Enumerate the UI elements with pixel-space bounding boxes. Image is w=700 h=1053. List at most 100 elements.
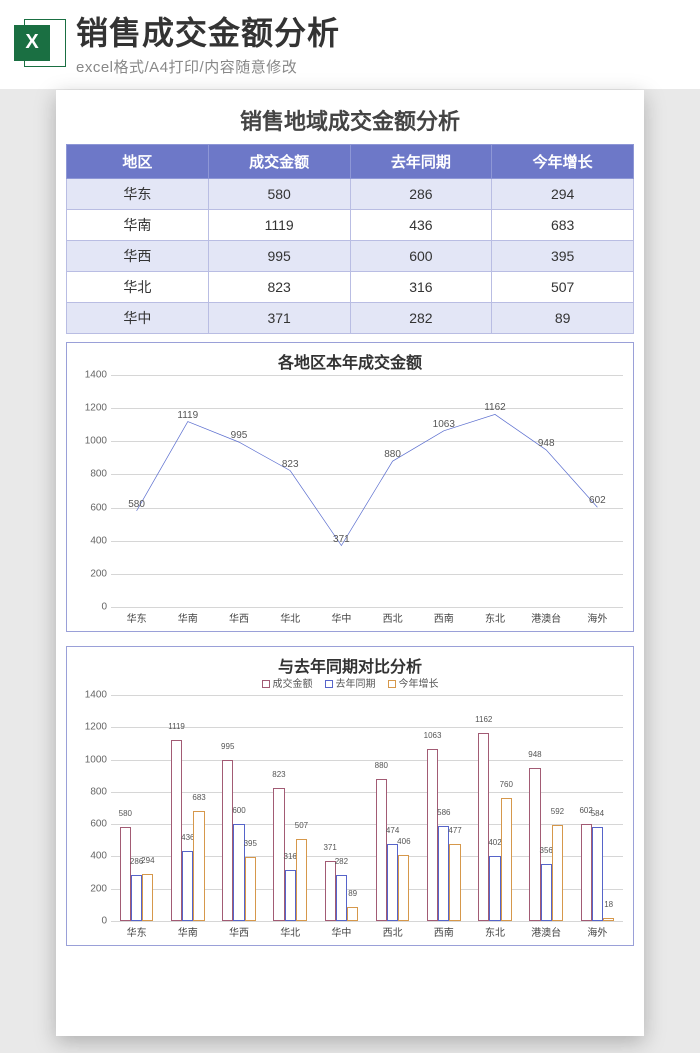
x-tick: 东北 (485, 610, 505, 625)
bar (376, 779, 387, 921)
data-label: 1162 (484, 402, 506, 413)
bar (592, 827, 603, 921)
bar (171, 740, 182, 921)
x-tick: 西南 (434, 924, 454, 939)
table-cell: 316 (350, 272, 492, 303)
bar (478, 733, 489, 921)
bar (182, 851, 193, 921)
header-title: 销售成交金额分析 (76, 8, 686, 54)
y-tick: 1400 (85, 690, 107, 701)
y-tick: 200 (90, 568, 107, 579)
x-tick: 华南 (178, 610, 198, 625)
table-cell: 282 (350, 303, 492, 334)
col-region: 地区 (67, 145, 209, 179)
bar (142, 874, 153, 921)
x-tick: 华西 (229, 924, 249, 939)
data-label: 823 (282, 459, 299, 470)
table-cell: 507 (492, 272, 634, 303)
table-row: 华西995600395 (67, 241, 634, 272)
legend-growth: 今年增长 (399, 679, 439, 690)
bar-label: 1063 (424, 731, 442, 740)
y-tick: 1000 (85, 436, 107, 447)
line-chart-title: 各地区本年成交金额 (67, 343, 633, 379)
bar-label: 823 (272, 770, 285, 779)
bar (285, 870, 296, 921)
x-tick: 华西 (229, 610, 249, 625)
bar-label: 406 (397, 837, 410, 846)
table-cell: 286 (350, 179, 492, 210)
bar (581, 824, 592, 921)
table-cell: 华北 (67, 272, 209, 303)
x-tick: 西北 (383, 610, 403, 625)
y-tick: 600 (90, 819, 107, 830)
data-label: 880 (384, 449, 401, 460)
x-tick: 华北 (280, 924, 300, 939)
header-subtitle: excel格式/A4打印/内容随意修改 (76, 56, 686, 77)
bar-label: 592 (551, 807, 564, 816)
bar (336, 875, 347, 921)
x-tick: 西南 (434, 610, 454, 625)
data-label: 602 (589, 495, 606, 506)
bar-label: 507 (295, 821, 308, 830)
bar (529, 768, 540, 921)
bar-label: 395 (244, 839, 257, 848)
table-cell: 华南 (67, 210, 209, 241)
x-tick: 华东 (127, 610, 147, 625)
x-tick: 华北 (280, 610, 300, 625)
excel-icon-letter: X (14, 25, 50, 61)
table-row: 华中37128289 (67, 303, 634, 334)
data-table: 地区 成交金额 去年同期 今年增长 华东580286294华南111943668… (66, 144, 634, 334)
col-growth: 今年增长 (492, 145, 634, 179)
x-tick: 海外 (587, 610, 607, 625)
bar (541, 864, 552, 921)
x-tick: 华东 (127, 924, 147, 939)
excel-icon: X (14, 17, 66, 69)
bar (120, 827, 131, 921)
x-tick: 华南 (178, 924, 198, 939)
y-tick: 200 (90, 883, 107, 894)
bar (489, 856, 500, 921)
bar (325, 861, 336, 921)
table-cell: 995 (208, 241, 350, 272)
bar-label: 600 (232, 806, 245, 815)
table-row: 华东580286294 (67, 179, 634, 210)
bar-label: 89 (348, 889, 357, 898)
x-tick: 港澳台 (531, 610, 561, 625)
table-cell: 371 (208, 303, 350, 334)
bar-label: 18 (604, 900, 613, 909)
y-tick: 1400 (85, 370, 107, 381)
page-header: X 销售成交金额分析 excel格式/A4打印/内容随意修改 (0, 0, 700, 89)
bar-label: 586 (437, 808, 450, 817)
y-tick: 400 (90, 535, 107, 546)
table-cell: 华东 (67, 179, 209, 210)
bar (222, 760, 233, 921)
x-tick: 海外 (587, 924, 607, 939)
line-chart: 各地区本年成交金额 0200400600800100012001400华东华南华… (66, 342, 634, 632)
bar-label: 477 (448, 826, 461, 835)
table-row: 华北823316507 (67, 272, 634, 303)
bar-label: 371 (323, 843, 336, 852)
table-cell: 1119 (208, 210, 350, 241)
y-tick: 1200 (85, 722, 107, 733)
bar-label: 584 (591, 809, 604, 818)
x-tick: 港澳台 (531, 924, 561, 939)
bar-label: 1119 (168, 722, 185, 731)
bar (449, 844, 460, 921)
data-label: 1119 (177, 409, 198, 420)
col-amount: 成交金额 (208, 145, 350, 179)
data-label: 371 (333, 533, 350, 544)
table-cell: 823 (208, 272, 350, 303)
bar (398, 855, 409, 921)
bar (501, 798, 512, 921)
table-cell: 294 (492, 179, 634, 210)
table-cell: 600 (350, 241, 492, 272)
data-label: 1063 (433, 419, 455, 430)
bar (245, 857, 256, 921)
spreadsheet-page: 销售地域成交金额分析 地区 成交金额 去年同期 今年增长 华东580286294… (56, 90, 644, 1036)
bar (387, 844, 398, 921)
bar-chart-legend: 成交金额 去年同期 今年增长 (67, 675, 633, 690)
data-label: 948 (538, 438, 555, 449)
y-tick: 800 (90, 469, 107, 480)
y-tick: 1000 (85, 754, 107, 765)
bar-label: 474 (386, 826, 399, 835)
